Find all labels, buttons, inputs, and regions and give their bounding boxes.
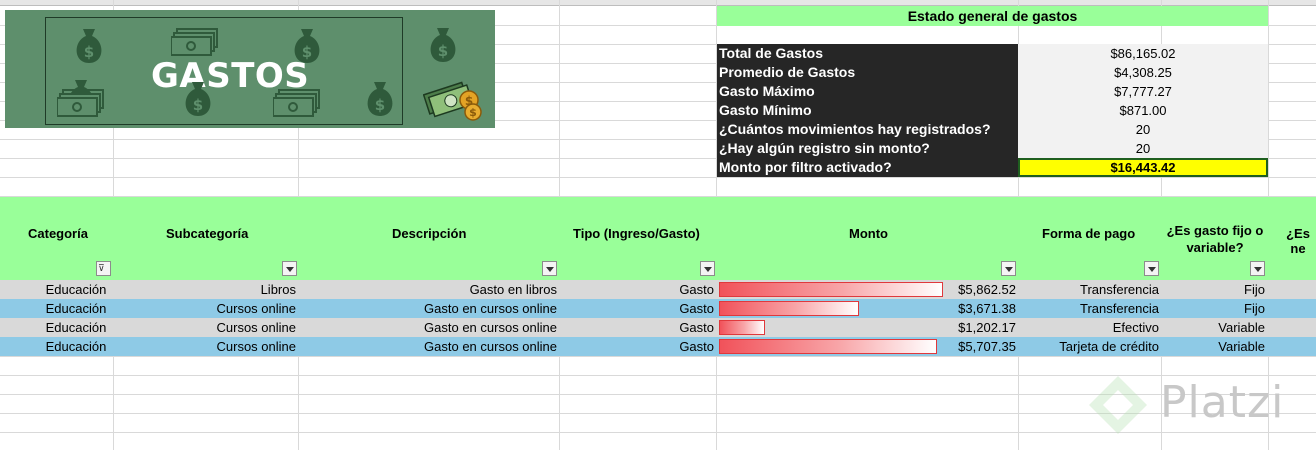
header-necesario[interactable]: ¿Es ne	[1280, 226, 1316, 256]
filter-dropdown-button[interactable]	[282, 261, 297, 276]
platzi-logo-icon	[1089, 376, 1147, 434]
header-forma-pago[interactable]: Forma de pago	[1042, 226, 1135, 241]
cell-forma-pago[interactable]: Transferencia	[1019, 280, 1159, 299]
cell-monto[interactable]: $5,862.52	[717, 280, 1016, 299]
header-fijo-variable-line2: variable?	[1186, 240, 1244, 255]
filter-dropdown-button[interactable]	[1144, 261, 1159, 276]
summary-label[interactable]: Monto por filtro activado?	[717, 158, 1018, 177]
cell-monto[interactable]: $1,202.17	[717, 318, 1016, 337]
cell-fijo[interactable]: Variable	[1162, 337, 1265, 356]
money-bag-icon: $	[185, 82, 211, 116]
summary-value[interactable]: $7,777.27	[1018, 82, 1268, 101]
cell-forma-pago[interactable]: Tarjeta de crédito	[1019, 337, 1159, 356]
watermark-text: Platzi	[1160, 377, 1285, 428]
summary-title[interactable]: Estado general de gastos	[717, 6, 1268, 26]
table-row[interactable]: Educación Libros Gasto en libros Gasto $…	[0, 280, 1316, 299]
cell-subcategoria[interactable]: Libros	[114, 280, 296, 299]
summary-label[interactable]: ¿Hay algún registro sin monto?	[717, 139, 1018, 158]
cash-and-coins-icon: $ $	[423, 81, 482, 121]
money-bag-icon: $	[76, 29, 102, 63]
cell-subcategoria[interactable]: Cursos online	[114, 299, 297, 318]
summary-label[interactable]: ¿Cuántos movimientos hay registrados?	[717, 120, 1018, 139]
cell-fijo[interactable]: Fijo	[1162, 299, 1265, 318]
header-categoria[interactable]: Categoría	[28, 226, 88, 241]
table-row[interactable]: Educación Cursos online Gasto en cursos …	[0, 337, 1316, 356]
filter-dropdown-button[interactable]	[542, 261, 557, 276]
summary-value[interactable]: $86,165.02	[1018, 44, 1268, 63]
svg-text:$: $	[84, 43, 94, 61]
cell-monto[interactable]: $5,707.35	[717, 337, 1016, 356]
summary-row-total[interactable]: Total de Gastos $86,165.02	[717, 44, 1268, 63]
summary-row-promedio[interactable]: Promedio de Gastos $4,308.25	[717, 63, 1268, 82]
svg-text:$: $	[375, 96, 385, 114]
money-bag-icon: $	[430, 28, 456, 62]
cell-descripcion[interactable]: Gasto en cursos online	[299, 337, 557, 356]
cell-subcategoria[interactable]: Cursos online	[114, 337, 297, 356]
gastos-banner[interactable]: GASTOS $ $ $ $ $ $ $ $	[5, 10, 495, 128]
table-row[interactable]: Educación Cursos online Gasto en cursos …	[0, 299, 1316, 318]
cell-forma-pago[interactable]: Transferencia	[1019, 299, 1159, 318]
svg-text:$: $	[438, 42, 448, 60]
cell-fijo[interactable]: Fijo	[1162, 280, 1265, 299]
summary-row-filtro[interactable]: Monto por filtro activado? $16,443.42	[717, 158, 1268, 177]
table-row[interactable]: Educación Cursos online Gasto en cursos …	[0, 318, 1316, 337]
banknotes-icon	[273, 89, 320, 117]
cell-subcategoria[interactable]: Cursos online	[114, 318, 297, 337]
header-fijo-variable[interactable]: ¿Es gasto fijo o variable?	[1165, 222, 1265, 256]
header-fijo-variable-line1: ¿Es gasto fijo o	[1166, 223, 1264, 238]
cell-tipo[interactable]: Gasto	[560, 299, 714, 318]
header-descripcion[interactable]: Descripción	[392, 226, 466, 241]
svg-text:$: $	[193, 96, 203, 114]
filter-dropdown-button[interactable]	[1250, 261, 1265, 276]
summary-value[interactable]: 20	[1018, 139, 1268, 158]
money-bag-icon: $	[367, 82, 393, 116]
money-bag-icon: $	[294, 29, 320, 63]
filter-dropdown-button[interactable]	[1001, 261, 1016, 276]
summary-value-selected[interactable]: $16,443.42	[1018, 158, 1268, 177]
cell-descripcion[interactable]: Gasto en cursos online	[299, 318, 557, 337]
banknotes-icon	[171, 28, 218, 56]
summary-label[interactable]: Gasto Mínimo	[717, 101, 1018, 120]
summary-value[interactable]: $871.00	[1018, 101, 1268, 120]
funnel-icon: ⊽	[98, 263, 105, 273]
summary-label[interactable]: Promedio de Gastos	[717, 63, 1018, 82]
header-subcategoria[interactable]: Subcategoría	[166, 226, 248, 241]
summary-value[interactable]: $4,308.25	[1018, 63, 1268, 82]
cell-tipo[interactable]: Gasto	[560, 280, 714, 299]
header-monto[interactable]: Monto	[849, 226, 888, 241]
svg-text:$: $	[469, 106, 477, 119]
filter-active-button[interactable]: ⊽	[96, 261, 111, 276]
cell-tipo[interactable]: Gasto	[560, 337, 714, 356]
cell-forma-pago[interactable]: Efectivo	[1019, 318, 1159, 337]
cell-tipo[interactable]: Gasto	[560, 318, 714, 337]
summary-row-minimo[interactable]: Gasto Mínimo $871.00	[717, 101, 1268, 120]
cell-fijo[interactable]: Variable	[1162, 318, 1265, 337]
cell-monto[interactable]: $3,671.38	[717, 299, 1016, 318]
summary-label[interactable]: Gasto Máximo	[717, 82, 1018, 101]
svg-text:$: $	[302, 43, 312, 61]
summary-value[interactable]: 20	[1018, 120, 1268, 139]
table-header: Categoría Subcategoría Descripción Tipo …	[0, 197, 1316, 280]
cell-descripcion[interactable]: Gasto en cursos online	[299, 299, 557, 318]
summary-row-maximo[interactable]: Gasto Máximo $7,777.27	[717, 82, 1268, 101]
header-tipo[interactable]: Tipo (Ingreso/Gasto)	[573, 226, 700, 241]
summary-label[interactable]: Total de Gastos	[717, 44, 1018, 63]
summary-row-movimientos[interactable]: ¿Cuántos movimientos hay registrados? 20	[717, 120, 1268, 139]
cell-descripcion[interactable]: Gasto en libros	[299, 280, 557, 299]
filter-dropdown-button[interactable]	[700, 261, 715, 276]
summary-row-sin-monto[interactable]: ¿Hay algún registro sin monto? 20	[717, 139, 1268, 158]
banknotes-icon	[57, 89, 104, 117]
